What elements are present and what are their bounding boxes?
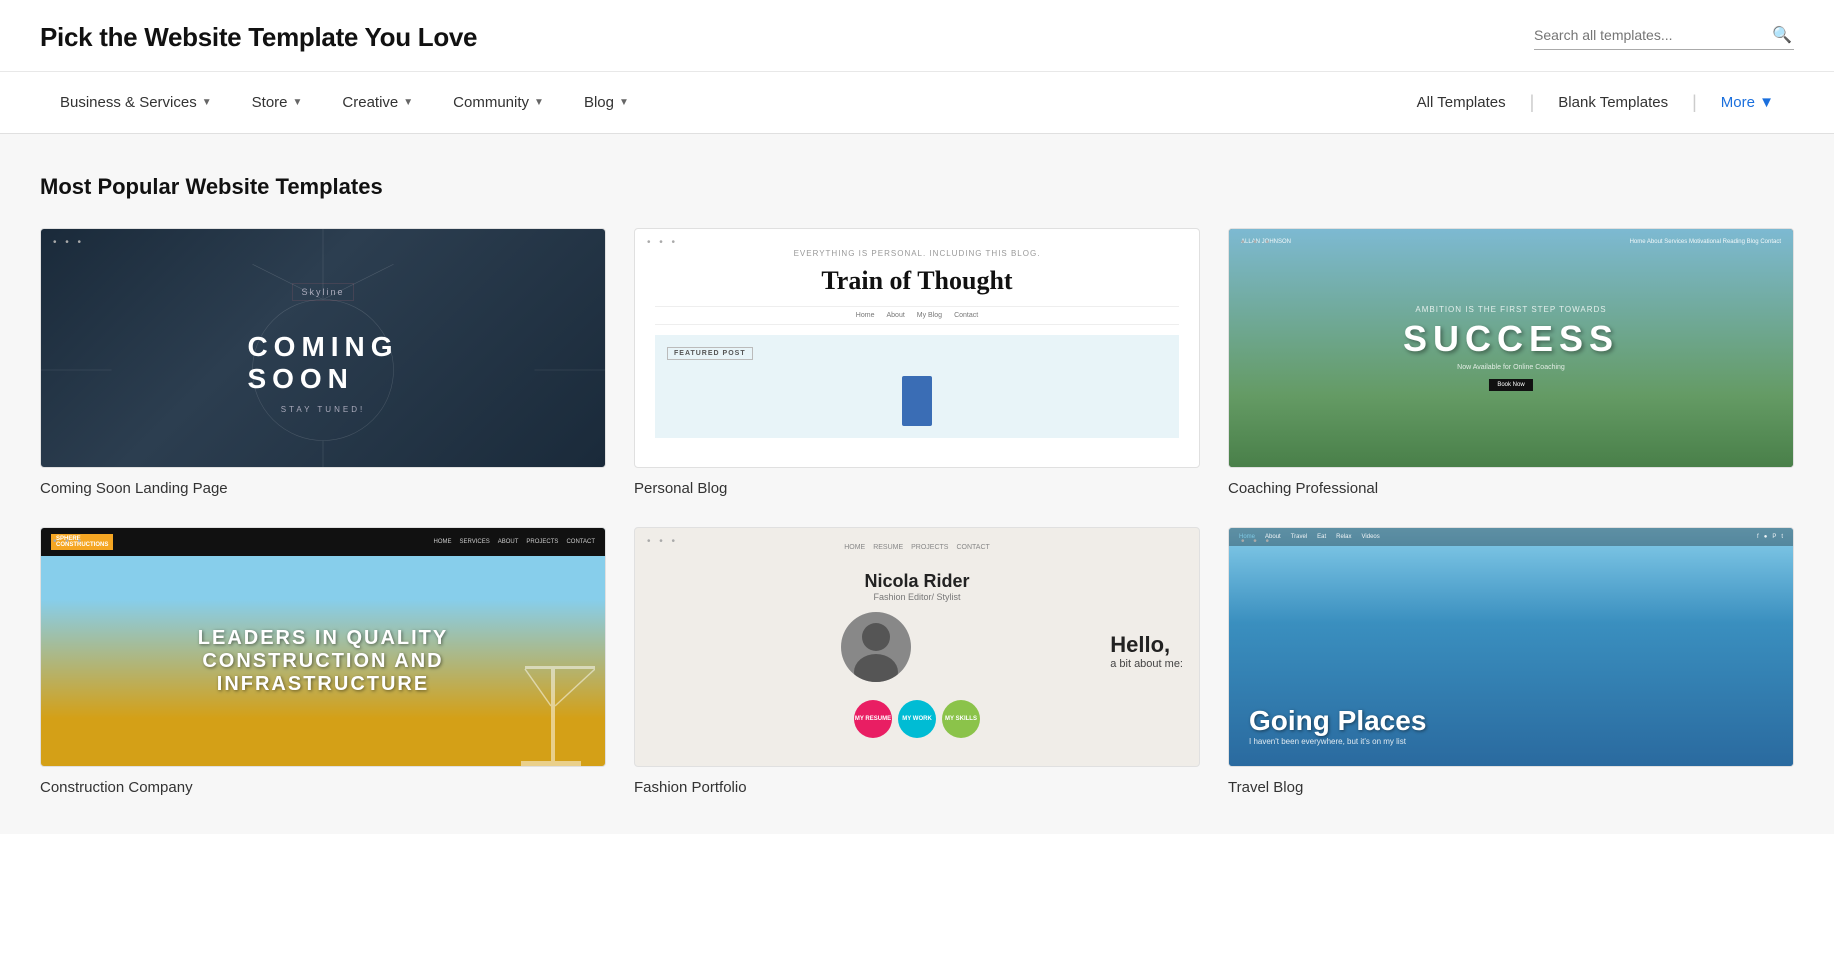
template-card-travel[interactable]: Home AboutTravelEatRelaxVideos f●Pt Goin… xyxy=(1228,527,1794,796)
template-name-coaching: Coaching Professional xyxy=(1228,480,1794,497)
blog-nav: Home About My Blog Contact xyxy=(655,306,1179,325)
chevron-down-icon: ▼ xyxy=(619,97,629,108)
header: Pick the Website Template You Love 🔍 xyxy=(0,0,1834,72)
book-image xyxy=(902,376,932,426)
portfolio-title: Fashion Editor/ Stylist xyxy=(651,592,1183,602)
nav-item-community[interactable]: Community ▼ xyxy=(433,72,564,133)
nav-item-store[interactable]: Store ▼ xyxy=(232,72,323,133)
travel-content: Going Places I haven't been everywhere, … xyxy=(1249,705,1426,746)
template-card-coaching[interactable]: ALLAN JOHNSON Home About Services Motiva… xyxy=(1228,228,1794,497)
nav-left: Business & Services ▼ Store ▼ Creative ▼… xyxy=(40,72,1397,133)
coaching-content: AMBITION IS THE FIRST STEP TOWARDS SUCCE… xyxy=(1403,305,1619,391)
featured-post: FEATURED POST xyxy=(655,335,1179,438)
nav-label-business: Business & Services xyxy=(60,94,197,111)
nav-label-creative: Creative xyxy=(342,94,398,111)
all-templates-link[interactable]: All Templates xyxy=(1397,72,1526,133)
travel-nav: Home AboutTravelEatRelaxVideos f●Pt xyxy=(1229,528,1793,546)
page-title: Pick the Website Template You Love xyxy=(40,22,477,53)
nav-label-community: Community xyxy=(453,94,529,111)
blog-title: Train of Thought xyxy=(655,266,1179,296)
construction-nav: SPHERECONSTRUCTIONS HOMESERVICESABOUTPRO… xyxy=(41,528,605,556)
template-thumbnail-construction: SPHERECONSTRUCTIONS HOMESERVICESABOUTPRO… xyxy=(40,527,606,767)
chevron-down-icon: ▼ xyxy=(403,97,413,108)
template-thumbnail-portfolio: HOMERESUMEPROJECTSCONTACT Nicola Rider F… xyxy=(634,527,1200,767)
chevron-down-icon: ▼ xyxy=(293,97,303,108)
template-thumbnail-coming-soon: Skyline COMINGSOON STAY TUNED! xyxy=(40,228,606,468)
template-name-travel: Travel Blog xyxy=(1228,779,1794,796)
more-link[interactable]: More ▼ xyxy=(1701,72,1794,133)
template-card-coming-soon[interactable]: Skyline COMINGSOON STAY TUNED! Coming So… xyxy=(40,228,606,497)
main-nav: Business & Services ▼ Store ▼ Creative ▼… xyxy=(0,72,1834,134)
nav-label-store: Store xyxy=(252,94,288,111)
chevron-down-icon: ▼ xyxy=(202,97,212,108)
chevron-down-icon: ▼ xyxy=(1759,94,1774,111)
portfolio-name: Nicola Rider xyxy=(651,571,1183,592)
nav-item-creative[interactable]: Creative ▼ xyxy=(322,72,433,133)
coaching-nav: ALLAN JOHNSON Home About Services Motiva… xyxy=(1229,239,1793,245)
nav-label-blog: Blog xyxy=(584,94,614,111)
portfolio-nav: HOMERESUMEPROJECTSCONTACT xyxy=(651,544,1183,551)
chevron-down-icon: ▼ xyxy=(534,97,544,108)
nav-divider-2: | xyxy=(1688,92,1701,113)
search-wrapper: 🔍 xyxy=(1534,25,1794,50)
template-thumbnail-blog: EVERYTHING IS PERSONAL. INCLUDING THIS B… xyxy=(634,228,1200,468)
blank-templates-link[interactable]: Blank Templates xyxy=(1538,72,1688,133)
template-name-blog: Personal Blog xyxy=(634,480,1200,497)
portfolio-avatar xyxy=(841,612,911,682)
template-thumbnail-travel: Home AboutTravelEatRelaxVideos f●Pt Goin… xyxy=(1228,527,1794,767)
nav-item-business[interactable]: Business & Services ▼ xyxy=(40,72,232,133)
template-card-blog[interactable]: EVERYTHING IS PERSONAL. INCLUDING THIS B… xyxy=(634,228,1200,497)
main-content: Most Popular Website Templates Skyline C… xyxy=(0,134,1834,834)
search-input[interactable] xyxy=(1534,27,1764,43)
blog-tagline: EVERYTHING IS PERSONAL. INCLUDING THIS B… xyxy=(655,249,1179,258)
section-title: Most Popular Website Templates xyxy=(40,174,1794,200)
template-thumbnail-coaching: ALLAN JOHNSON Home About Services Motiva… xyxy=(1228,228,1794,468)
template-card-construction[interactable]: SPHERECONSTRUCTIONS HOMESERVICESABOUTPRO… xyxy=(40,527,606,796)
nav-item-blog[interactable]: Blog ▼ xyxy=(564,72,649,133)
nav-divider: | xyxy=(1526,92,1539,113)
templates-grid: Skyline COMINGSOON STAY TUNED! Coming So… xyxy=(40,228,1794,796)
nav-right: All Templates | Blank Templates | More ▼ xyxy=(1397,72,1794,133)
template-name-construction: Construction Company xyxy=(40,779,606,796)
search-icon[interactable]: 🔍 xyxy=(1772,25,1792,45)
template-name-portfolio: Fashion Portfolio xyxy=(634,779,1200,796)
template-name-coming-soon: Coming Soon Landing Page xyxy=(40,480,606,497)
portfolio-buttons: MY RESUME MY WORK MY SKILLS xyxy=(651,700,1183,738)
crane-icon xyxy=(515,646,595,766)
template-card-portfolio[interactable]: HOMERESUMEPROJECTSCONTACT Nicola Rider F… xyxy=(634,527,1200,796)
